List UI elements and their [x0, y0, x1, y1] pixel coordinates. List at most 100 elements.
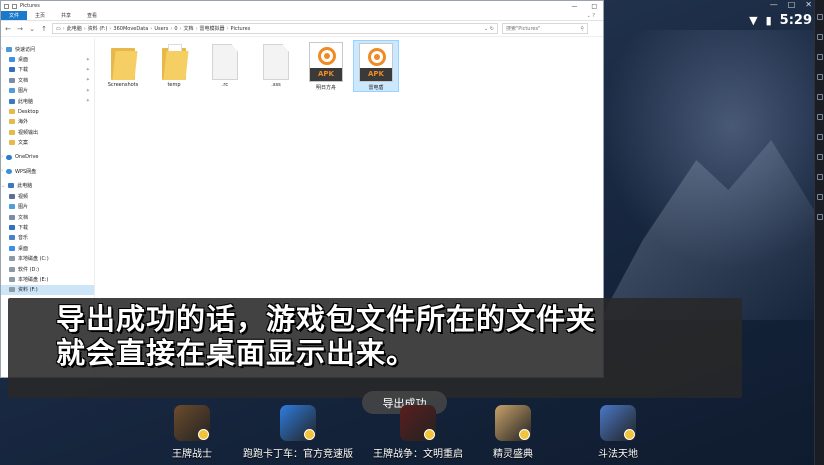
toolbar-screenshot-icon[interactable] — [816, 34, 823, 40]
file-item-apk[interactable]: APK 明日方舟 — [303, 40, 349, 92]
file-item-file[interactable]: .rc — [202, 40, 248, 92]
toolbar-volume-up-icon[interactable] — [816, 54, 823, 60]
nav-item-label: 下载 — [18, 224, 29, 231]
pin-icon[interactable]: ✦ — [86, 98, 94, 104]
refresh-icon[interactable]: ⌄ ↻ — [484, 26, 494, 32]
nav-item-quick_items-7[interactable]: 视频输出 — [1, 127, 94, 137]
dock-app-0[interactable]: 王牌战士 — [137, 405, 247, 460]
explorer-minimize-icon[interactable]: — — [571, 3, 577, 10]
search-box[interactable]: ⚲ — [502, 23, 588, 34]
nav-this-pc[interactable]: ⌄ 此电脑 — [1, 181, 94, 191]
toolbar-fullscreen-icon[interactable] — [816, 94, 823, 100]
toolbar-apk-install-icon[interactable] — [816, 174, 823, 180]
toolbar-keyboard-icon[interactable] — [816, 14, 823, 20]
breadcrumb-drive[interactable]: 资料 (F:) — [88, 25, 108, 32]
pin-icon[interactable]: ✦ — [86, 88, 94, 94]
toolbar-rotate-icon[interactable] — [816, 114, 823, 120]
dock-app-2[interactable]: 王牌战争：文明重启 — [363, 405, 473, 460]
folder-icon — [162, 44, 189, 80]
nav-item-pc_items-6[interactable]: 本地磁盘 (C:) — [1, 253, 94, 263]
nav-item-label: 海外 — [18, 119, 29, 126]
file-item-apk-selected[interactable]: APK 雷电盾 — [353, 40, 399, 92]
dock-app-label: 精灵盛典 — [493, 449, 533, 460]
wps-cloud-icon — [6, 168, 12, 174]
app-icon — [600, 405, 636, 441]
nav-item-pc_items-3[interactable]: 下载 — [1, 222, 94, 232]
blank-file-icon — [212, 44, 238, 80]
dock-app-3[interactable]: 精灵盛典 — [458, 405, 568, 460]
drive-icon — [9, 266, 15, 272]
recent-locations-icon[interactable]: ⌄ — [28, 25, 36, 33]
nav-wps[interactable]: › WPS网盘 — [1, 166, 94, 176]
breadcrumb-this-pc[interactable]: 此电脑 — [67, 25, 82, 32]
nav-onedrive[interactable]: › OneDrive — [1, 152, 94, 162]
nav-item-pc_items-1[interactable]: 图片 — [1, 201, 94, 211]
breadcrumb-ldplayer[interactable]: 雷电模拟器 — [200, 25, 225, 32]
nav-item-pc_items-8[interactable]: 本地磁盘 (E:) — [1, 274, 94, 284]
file-item-file[interactable]: .sss — [253, 40, 299, 92]
tab-file[interactable]: 文件 — [1, 11, 28, 20]
toolbar-more-icon[interactable] — [816, 214, 823, 220]
desktop-icon — [9, 57, 15, 63]
file-item-folder[interactable]: temp — [151, 40, 197, 92]
tab-home[interactable]: 主页 — [27, 11, 53, 20]
dock-app-4[interactable]: 斗法天地 — [563, 405, 673, 460]
folder-icon — [9, 119, 15, 125]
pin-icon[interactable]: ✦ — [86, 57, 94, 63]
file-item-folder[interactable]: Screenshots — [100, 40, 146, 92]
breadcrumb-360movedata[interactable]: 360MoveData — [113, 26, 148, 32]
nav-item-quick_items-4[interactable]: 此电脑 ✦ — [1, 96, 94, 106]
toolbar-location-icon[interactable] — [816, 154, 823, 160]
nav-item-quick_items-3[interactable]: 图片 ✦ — [1, 86, 94, 96]
tab-view[interactable]: 查看 — [79, 11, 105, 20]
download-badge-icon — [424, 429, 435, 440]
address-row: ← → ⌄ ↑ ▭ › 此电脑 › 资料 (F:) › 360MoveData … — [1, 21, 603, 37]
dock-app-label: 跑跑卡丁车：官方竞速版 — [243, 449, 353, 460]
back-arrow-icon[interactable]: ← — [4, 25, 12, 33]
breadcrumb-users[interactable]: Users — [154, 26, 168, 32]
picture-icon — [9, 204, 15, 210]
pc-icon — [9, 98, 15, 104]
document-icon — [9, 214, 15, 220]
battery-icon: ▮ — [765, 13, 772, 27]
quick-access-save-icon[interactable] — [4, 3, 9, 9]
breadcrumb-pictures[interactable]: Pictures — [231, 26, 251, 32]
toolbar-shared-folder-icon[interactable] — [816, 194, 823, 200]
nav-item-quick_items-1[interactable]: 下载 ✦ — [1, 65, 94, 75]
explorer-maximize-icon[interactable]: □ — [591, 3, 597, 10]
nav-item-label: 本地磁盘 (E:) — [18, 276, 49, 283]
breadcrumb-documents[interactable]: 文档 — [184, 25, 194, 32]
address-bar[interactable]: ▭ › 此电脑 › 资料 (F:) › 360MoveData › Users … — [52, 23, 498, 34]
tab-share[interactable]: 共享 — [53, 11, 79, 20]
nav-item-pc_items-9[interactable]: 资料 (F:) — [1, 284, 94, 295]
dock-app-1[interactable]: 跑跑卡丁车：官方竞速版 — [243, 405, 353, 460]
nav-item-pc_items-0[interactable]: 视频 — [1, 191, 94, 201]
nav-item-quick_items-6[interactable]: 海外 — [1, 117, 94, 127]
nav-item-quick_items-8[interactable]: 文案 — [1, 138, 94, 148]
search-icon: ⚲ — [580, 25, 584, 32]
pin-icon[interactable]: ✦ — [86, 77, 94, 83]
star-icon — [6, 46, 12, 52]
toolbar-volume-down-icon[interactable] — [816, 74, 823, 80]
pin-icon[interactable]: ✦ — [86, 67, 94, 73]
quick-access-properties-icon[interactable] — [12, 3, 17, 9]
nav-item-quick_items-0[interactable]: 桌面 ✦ — [1, 54, 94, 64]
toolbar-shake-icon[interactable] — [816, 134, 823, 140]
ribbon-expand-icon[interactable]: ⌄ ? — [587, 11, 603, 20]
breadcrumb-0[interactable]: 0 — [174, 26, 177, 32]
nav-item-pc_items-4[interactable]: 音乐 — [1, 233, 94, 243]
nav-item-quick_items-5[interactable]: Desktop — [1, 106, 94, 116]
search-input[interactable] — [506, 25, 576, 32]
nav-item-label: 此电脑 — [18, 98, 34, 105]
nav-quick-access[interactable]: › 快速访问 — [1, 44, 94, 54]
nav-item-quick_items-2[interactable]: 文档 ✦ — [1, 75, 94, 85]
up-arrow-icon[interactable]: ↑ — [40, 25, 48, 33]
android-status-bar: ▼ ▮ 5:29 — [749, 8, 812, 32]
download-badge-icon — [519, 429, 530, 440]
nav-item-pc_items-5[interactable]: 桌面 — [1, 243, 94, 253]
nav-item-pc_items-2[interactable]: 文档 — [1, 212, 94, 222]
nav-item-pc_items-7[interactable]: 软件 (D:) — [1, 264, 94, 274]
blank-file-icon — [263, 44, 289, 80]
nav-item-label: 桌面 — [18, 57, 29, 64]
forward-arrow-icon[interactable]: → — [16, 25, 24, 33]
